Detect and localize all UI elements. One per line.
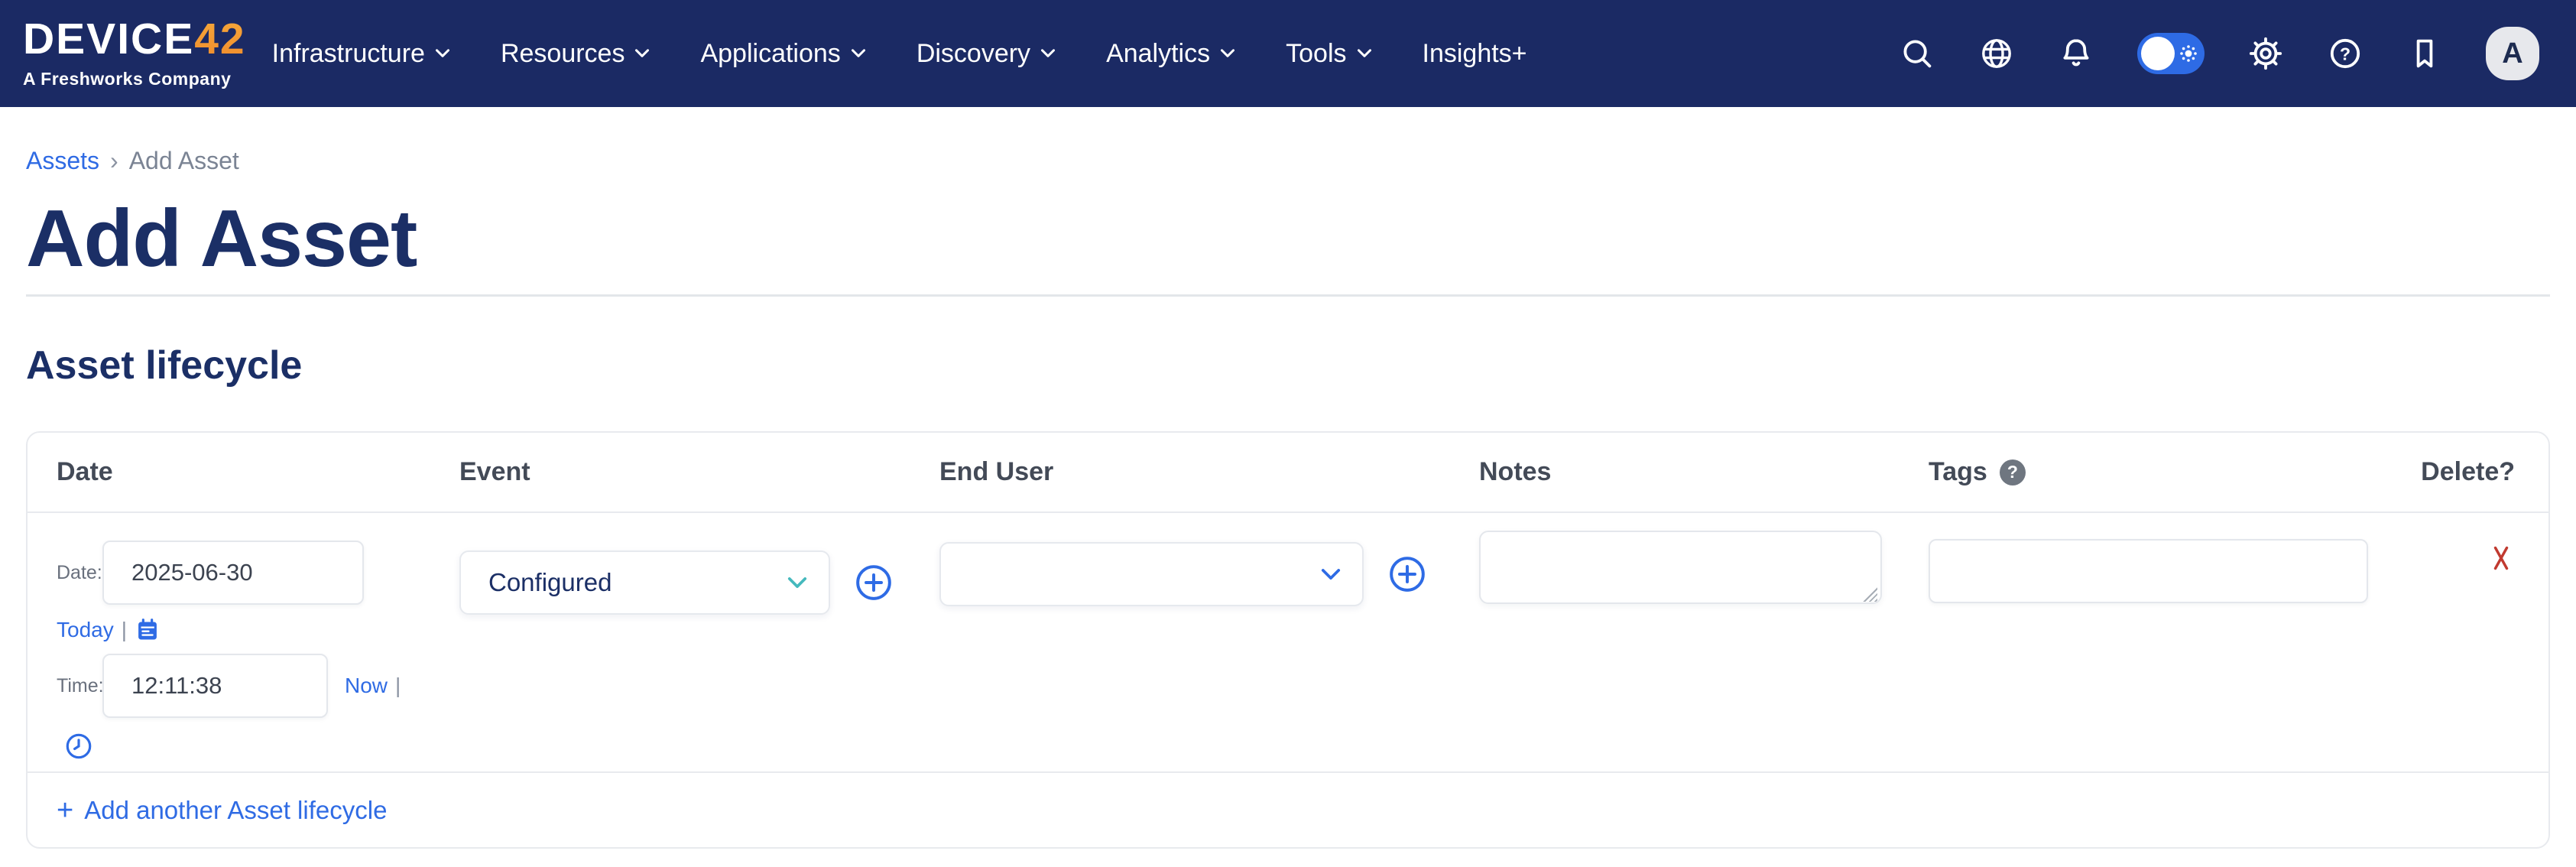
column-header-event: Event bbox=[459, 457, 939, 487]
nav-item-resources[interactable]: Resources bbox=[501, 39, 650, 69]
add-link-label: Add another Asset lifecycle bbox=[84, 796, 387, 825]
chevron-down-icon bbox=[787, 576, 807, 589]
tags-input[interactable] bbox=[1929, 539, 2368, 603]
add-another-lifecycle-link[interactable]: + Add another Asset lifecycle bbox=[57, 796, 387, 825]
date-cell: Date: Today | bbox=[57, 513, 459, 765]
device42-logo[interactable]: DEVICE42 A Freshworks Company bbox=[23, 18, 246, 89]
chevron-down-icon bbox=[1357, 48, 1372, 59]
search-icon[interactable] bbox=[1899, 35, 1935, 72]
nav-label: Discovery bbox=[917, 39, 1030, 69]
date-label: Date: bbox=[57, 562, 102, 584]
add-end-user-button[interactable] bbox=[1388, 555, 1426, 593]
nav-label: Insights+ bbox=[1423, 39, 1527, 69]
table-header-row: Date Event End User Notes Tags ? Delete? bbox=[28, 433, 2548, 513]
delete-row-icon[interactable] bbox=[2487, 542, 2515, 574]
notifications-bell-icon[interactable] bbox=[2058, 35, 2094, 72]
section-heading-asset-lifecycle: Asset lifecycle bbox=[26, 343, 2550, 388]
end-user-cell bbox=[939, 513, 1479, 606]
separator-pipe: | bbox=[395, 674, 401, 698]
date-input[interactable] bbox=[102, 541, 364, 605]
delete-cell bbox=[2415, 542, 2548, 574]
nav-item-insights[interactable]: Insights+ bbox=[1423, 39, 1527, 69]
nav-item-infrastructure[interactable]: Infrastructure bbox=[272, 39, 450, 69]
tags-cell bbox=[1929, 513, 2415, 603]
plus-icon: + bbox=[57, 796, 73, 825]
column-header-date: Date bbox=[57, 457, 459, 487]
theme-toggle[interactable] bbox=[2137, 33, 2205, 74]
calendar-icon[interactable] bbox=[135, 617, 161, 643]
logo-wordmark: DEVICE42 bbox=[23, 18, 246, 61]
chevron-down-icon bbox=[1040, 48, 1056, 59]
nav-item-discovery[interactable]: Discovery bbox=[917, 39, 1056, 69]
svg-text:?: ? bbox=[2340, 44, 2351, 63]
logo-tagline: A Freshworks Company bbox=[23, 69, 246, 89]
nav-label: Infrastructure bbox=[272, 39, 425, 69]
logo-number: 42 bbox=[194, 15, 245, 63]
chevron-down-icon bbox=[634, 48, 650, 59]
notes-cell bbox=[1479, 513, 1929, 608]
event-cell: Configured bbox=[459, 513, 939, 615]
chevron-down-icon bbox=[851, 48, 866, 59]
today-link[interactable]: Today bbox=[57, 618, 114, 642]
settings-gear-icon[interactable] bbox=[2247, 35, 2284, 72]
chevron-down-icon bbox=[435, 48, 450, 59]
main-content: Assets › Add Asset Add Asset Asset lifec… bbox=[0, 107, 2576, 849]
breadcrumb: Assets › Add Asset bbox=[26, 107, 2550, 175]
bookmark-icon[interactable] bbox=[2406, 35, 2443, 72]
chevron-down-icon bbox=[1321, 568, 1341, 581]
event-select[interactable]: Configured bbox=[459, 550, 830, 615]
avatar-initial: A bbox=[2502, 37, 2522, 70]
clock-icon[interactable] bbox=[64, 732, 93, 761]
asset-lifecycle-card: Date Event End User Notes Tags ? Delete?… bbox=[26, 431, 2550, 849]
breadcrumb-assets-link[interactable]: Assets bbox=[26, 147, 99, 175]
logo-text: DEVICE bbox=[23, 15, 194, 63]
main-nav: Infrastructure Resources Applications Di… bbox=[272, 39, 1527, 69]
navbar-actions: ? A bbox=[1899, 27, 2539, 80]
now-link[interactable]: Now bbox=[345, 674, 388, 698]
nav-label: Resources bbox=[501, 39, 625, 69]
toggle-knob bbox=[2141, 37, 2175, 70]
date-shortcuts: Today | bbox=[57, 617, 459, 643]
time-input[interactable] bbox=[102, 654, 328, 718]
page-title: Add Asset bbox=[26, 195, 2550, 282]
breadcrumb-separator: › bbox=[110, 147, 118, 175]
breadcrumb-current: Add Asset bbox=[129, 147, 239, 175]
sun-icon bbox=[2177, 42, 2200, 65]
user-avatar[interactable]: A bbox=[2486, 27, 2539, 80]
nav-item-analytics[interactable]: Analytics bbox=[1106, 39, 1235, 69]
help-icon[interactable]: ? bbox=[2327, 35, 2363, 72]
column-header-end-user: End User bbox=[939, 457, 1479, 487]
add-event-button[interactable] bbox=[855, 563, 893, 602]
add-asset-page: DEVICE42 A Freshworks Company Infrastruc… bbox=[0, 0, 2576, 867]
nav-item-applications[interactable]: Applications bbox=[700, 39, 865, 69]
nav-label: Applications bbox=[700, 39, 840, 69]
time-label: Time: bbox=[57, 675, 102, 697]
column-header-tags: Tags ? bbox=[1929, 457, 2415, 487]
column-header-notes: Notes bbox=[1479, 457, 1929, 487]
nav-label: Tools bbox=[1286, 39, 1346, 69]
globe-icon[interactable] bbox=[1978, 35, 2015, 72]
notes-textarea[interactable] bbox=[1479, 531, 1882, 604]
column-header-delete: Delete? bbox=[2415, 457, 2548, 487]
tags-help-icon[interactable]: ? bbox=[2000, 459, 2026, 485]
nav-item-tools[interactable]: Tools bbox=[1286, 39, 1371, 69]
chevron-down-icon bbox=[1220, 48, 1235, 59]
card-footer: + Add another Asset lifecycle bbox=[28, 773, 2548, 847]
event-selected-value: Configured bbox=[488, 568, 612, 597]
title-divider bbox=[26, 294, 2550, 297]
separator-pipe: | bbox=[122, 618, 127, 642]
table-row: Date: Today | bbox=[28, 513, 2548, 773]
nav-label: Analytics bbox=[1106, 39, 1210, 69]
end-user-select[interactable] bbox=[939, 542, 1364, 606]
top-navbar: DEVICE42 A Freshworks Company Infrastruc… bbox=[0, 0, 2576, 107]
